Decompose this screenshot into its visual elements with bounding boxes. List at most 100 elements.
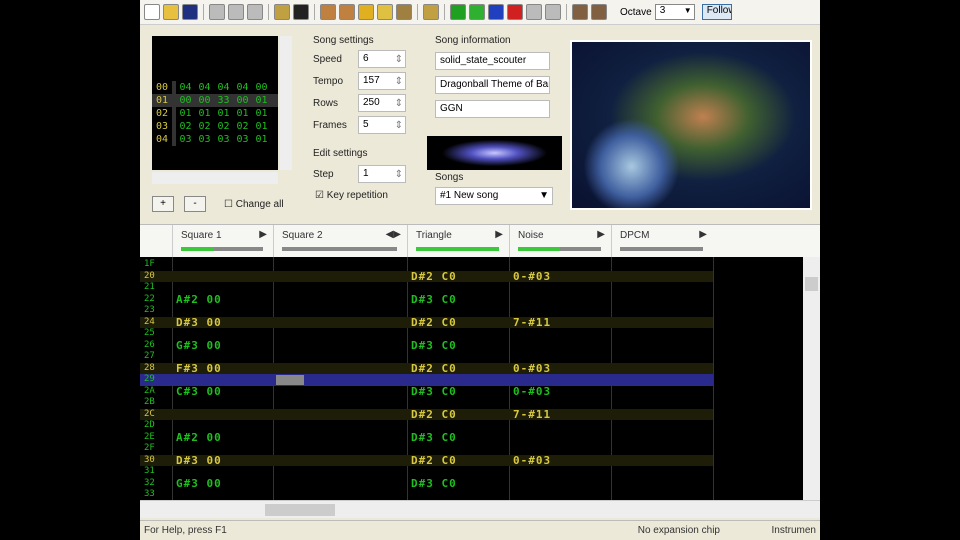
change-all-checkbox[interactable]: ☐ Change all xyxy=(224,199,284,210)
channel-header-3[interactable]: Noise ▶ xyxy=(509,225,611,258)
frame-pattern-cell[interactable]: 03 xyxy=(214,133,233,146)
frame-pattern-cell[interactable]: 02 xyxy=(195,120,214,133)
pattern-row[interactable]: 25 xyxy=(140,328,713,340)
pattern-row[interactable]: 1F xyxy=(140,259,713,271)
pattern-row[interactable]: 29 xyxy=(140,374,713,386)
pattern-row[interactable]: 2D xyxy=(140,420,713,432)
frame-pattern-cell[interactable]: 00 xyxy=(233,94,252,107)
songs-dropdown[interactable]: #1 New song ▼ xyxy=(435,187,553,205)
channel-arrow-icon[interactable]: ▶ xyxy=(699,229,707,240)
pattern-cell[interactable]: D#2 C0 xyxy=(411,270,457,283)
frame-list[interactable]: 00 04 04 04 04 00 01 00 00 33 00 01 02 01 01 01 01 01 03 02… xyxy=(152,36,278,170)
cut-icon[interactable] xyxy=(209,4,225,20)
pattern-cell[interactable]: 0-#03 xyxy=(513,270,551,283)
pattern-cell[interactable]: G#3 00 xyxy=(176,477,222,490)
pattern-cell[interactable]: D#3 C0 xyxy=(411,339,457,352)
frame-pattern-cell[interactable]: 00 xyxy=(195,94,214,107)
play-icon[interactable] xyxy=(450,4,466,20)
record-icon[interactable] xyxy=(507,4,523,20)
play-loop-icon[interactable] xyxy=(469,4,485,20)
step-input[interactable]: 1 xyxy=(358,165,406,183)
pattern-row[interactable]: 2A C#3 00 D#3 C0 0-#03 xyxy=(140,385,713,398)
frame-row[interactable]: 01 00 00 33 00 01 xyxy=(152,94,278,107)
channel-header-0[interactable]: Square 1 ▶ xyxy=(172,225,273,258)
frame-pattern-cell[interactable]: 01 xyxy=(233,107,252,120)
frame-pattern-cell[interactable]: 01 xyxy=(252,107,271,120)
pattern-cell[interactable]: D#3 C0 xyxy=(411,293,457,306)
pattern-cell[interactable]: 0-#03 xyxy=(513,385,551,398)
channel-header-1[interactable]: Square 2 ◀▶ xyxy=(273,225,407,258)
song-artist-field[interactable]: Dragonball Theme of Bar xyxy=(435,76,550,94)
frame-row[interactable]: 02 01 01 01 01 01 xyxy=(152,107,278,120)
add-frame-button[interactable]: + xyxy=(152,196,174,212)
frame-pattern-cell[interactable]: 01 xyxy=(176,107,195,120)
frame-pattern-cell[interactable]: 04 xyxy=(214,81,233,94)
pattern-cell[interactable]: 7-#11 xyxy=(513,408,551,421)
octave-select[interactable]: 3 xyxy=(654,4,695,20)
insert-frame-icon[interactable] xyxy=(320,4,336,20)
pattern-row[interactable]: 28 F#3 00 D#2 C0 0-#03 xyxy=(140,362,713,375)
pattern-hscrollbar[interactable] xyxy=(140,500,820,518)
frame-pattern-cell[interactable]: 01 xyxy=(252,120,271,133)
copy-icon[interactable] xyxy=(228,4,244,20)
frame-row[interactable]: 00 04 04 04 04 00 xyxy=(152,81,278,94)
pattern-row[interactable]: 33 xyxy=(140,489,713,501)
module-properties-icon[interactable] xyxy=(423,4,439,20)
remove-frame-button[interactable]: - xyxy=(184,196,206,212)
song-name-field[interactable]: solid_state_scouter xyxy=(435,52,550,70)
frame-pattern-cell[interactable]: 00 xyxy=(176,94,195,107)
pattern-row[interactable]: 2C D#2 C0 7-#11 xyxy=(140,408,713,421)
pattern-cell[interactable]: F#3 00 xyxy=(176,362,222,375)
channel-header-4[interactable]: DPCM ▶ xyxy=(611,225,713,258)
pattern-cell[interactable]: C#3 00 xyxy=(176,385,222,398)
pattern-row[interactable]: 21 xyxy=(140,282,713,294)
pattern-cell[interactable]: D#2 C0 xyxy=(411,362,457,375)
about-icon[interactable] xyxy=(274,4,290,20)
pattern-cell[interactable]: D#3 C0 xyxy=(411,477,457,490)
pattern-cell[interactable]: 0-#03 xyxy=(513,454,551,467)
pattern-cell[interactable]: G#3 00 xyxy=(176,339,222,352)
frame-pattern-cell[interactable]: 00 xyxy=(252,81,271,94)
frame-pattern-cell[interactable]: 01 xyxy=(214,107,233,120)
frame-hscrollbar[interactable] xyxy=(152,172,278,184)
rows-input[interactable]: 250 xyxy=(358,94,406,112)
open-folder-icon[interactable] xyxy=(163,4,179,20)
pattern-cell[interactable]: D#2 C0 xyxy=(411,408,457,421)
frame-scrollbar[interactable] xyxy=(280,36,292,170)
pattern-row[interactable]: 27 xyxy=(140,351,713,363)
pattern-row[interactable]: 2E A#2 00 D#3 C0 xyxy=(140,431,713,444)
channel-arrow-icon[interactable]: ◀▶ xyxy=(386,229,401,240)
pattern-row[interactable]: 2B xyxy=(140,397,713,409)
pattern-row[interactable]: 23 xyxy=(140,305,713,317)
frame-pattern-cell[interactable]: 01 xyxy=(252,133,271,146)
channel-arrow-icon[interactable]: ▶ xyxy=(495,229,503,240)
tempo-input[interactable]: 157 xyxy=(358,72,406,90)
frame-pattern-cell[interactable]: 03 xyxy=(233,133,252,146)
pattern-row[interactable]: 24 D#3 00 D#2 C0 7-#11 xyxy=(140,316,713,329)
song-copyright-field[interactable]: GGN xyxy=(435,100,550,118)
pattern-cell[interactable]: D#3 00 xyxy=(176,454,222,467)
pattern-row[interactable]: 2F xyxy=(140,443,713,455)
frame-pattern-cell[interactable]: 01 xyxy=(252,94,271,107)
pattern-cell[interactable]: D#2 C0 xyxy=(411,316,457,329)
frame-pattern-cell[interactable]: 03 xyxy=(195,133,214,146)
frame-pattern-cell[interactable]: 04 xyxy=(233,81,252,94)
channel-arrow-icon[interactable]: ▶ xyxy=(259,229,267,240)
frames-input[interactable]: 5 xyxy=(358,116,406,134)
pattern-cell[interactable]: 0-#03 xyxy=(513,362,551,375)
channel-arrow-icon[interactable]: ▶ xyxy=(597,229,605,240)
frame-pattern-cell[interactable]: 02 xyxy=(233,120,252,133)
pattern-cell[interactable]: 7-#11 xyxy=(513,316,551,329)
frame-pattern-cell[interactable]: 02 xyxy=(214,120,233,133)
pattern-editor[interactable]: 1F 20 D#2 C0 0-#03 21 22 A#2 00 D#3 C0 23 24 D#3 0… xyxy=(140,257,803,500)
save-icon[interactable] xyxy=(182,4,198,20)
pattern-row[interactable]: 22 A#2 00 D#3 C0 xyxy=(140,293,713,306)
move-down-icon[interactable] xyxy=(358,4,374,20)
duplicate-frame-icon[interactable] xyxy=(396,4,412,20)
frame-pattern-cell[interactable]: 03 xyxy=(176,133,195,146)
pattern-row[interactable]: 32 G#3 00 D#3 C0 xyxy=(140,477,713,490)
frame-pattern-cell[interactable]: 04 xyxy=(195,81,214,94)
pattern-cell[interactable]: D#3 C0 xyxy=(411,385,457,398)
frame-pattern-cell[interactable]: 04 xyxy=(176,81,195,94)
pattern-vscrollbar[interactable] xyxy=(803,257,820,500)
